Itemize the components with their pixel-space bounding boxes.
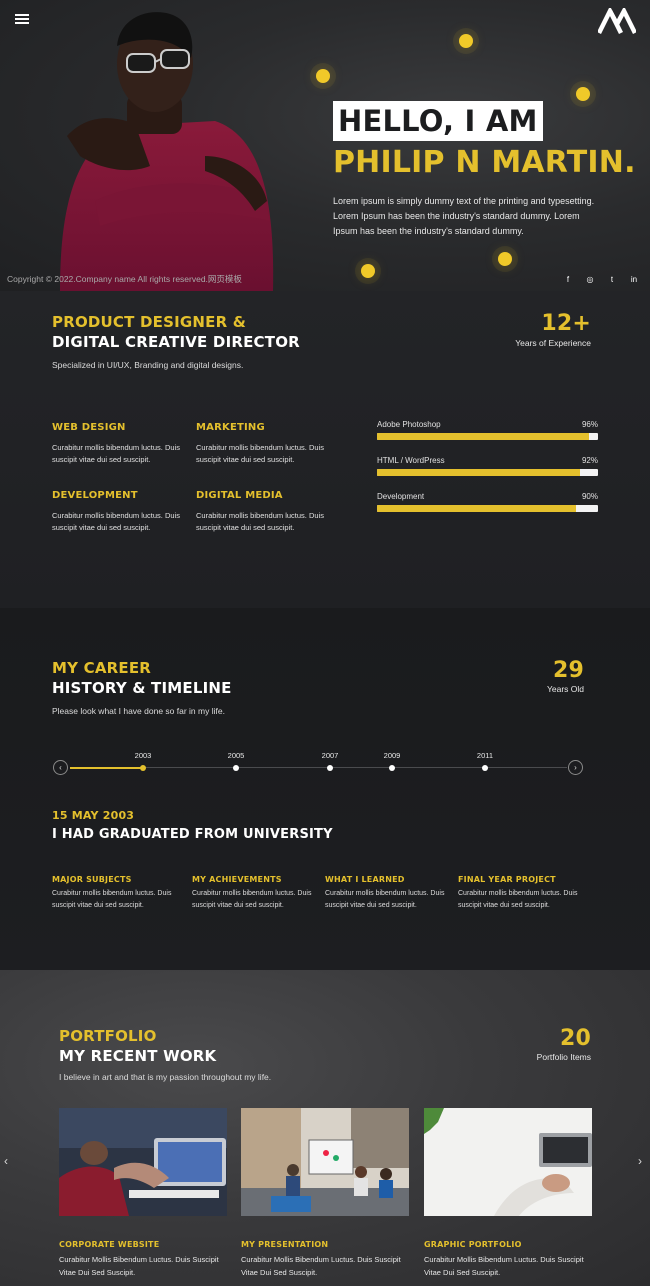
chevron-right-icon[interactable]: ›: [638, 1154, 642, 1168]
timeline-year[interactable]: 2003: [128, 751, 158, 760]
hero-description: Lorem ipsum is simply dummy text of the …: [333, 196, 595, 236]
timeline-year[interactable]: 2011: [470, 751, 500, 760]
skill-bar: [377, 469, 598, 476]
portfolio-image-presentation[interactable]: [241, 1108, 409, 1216]
career-title-line2: HISTORY & TIMELINE: [52, 679, 232, 697]
career-column-text: Curabitur mollis bibendum luctus. Duis s…: [192, 890, 312, 909]
skill-percent: 96%: [581, 420, 598, 429]
portfolio-item-text: Curabitur Mollis Bibendum Luctus. Duis S…: [59, 1255, 219, 1277]
chevron-left-icon[interactable]: ‹: [4, 1154, 8, 1168]
skill-percent: 92%: [581, 456, 598, 465]
chevron-left-icon[interactable]: ‹: [53, 760, 68, 775]
instagram-icon[interactable]: ◎: [585, 275, 595, 285]
portfolio-item-title[interactable]: MY PRESENTATION: [241, 1240, 328, 1249]
career-subtitle: Please look what I have done so far in m…: [52, 706, 225, 716]
portrait-image: [60, 12, 274, 291]
portfolio-section: PORTFOLIO MY RECENT WORK I believe in ar…: [0, 970, 650, 1286]
portfolio-item-text: Curabitur Mollis Bibendum Luctus. Duis S…: [241, 1255, 401, 1277]
skill-bar-fill: [377, 469, 581, 476]
service-title: WEB DESIGN: [52, 422, 126, 433]
career-column-text: Curabitur mollis bibendum luctus. Duis s…: [52, 890, 172, 909]
facebook-icon[interactable]: f: [563, 275, 573, 285]
timeline-progress: [70, 766, 143, 769]
event-date: 15 MAY 2003: [52, 809, 135, 822]
timeline-dot[interactable]: [482, 765, 488, 771]
skill-bar-fill: [377, 505, 576, 512]
timeline-year[interactable]: 2007: [315, 751, 345, 760]
skill-bar: [377, 505, 598, 512]
skill-bar-fill: [377, 433, 590, 440]
timeline-year[interactable]: 2009: [377, 751, 407, 760]
decor-dot: [361, 264, 375, 278]
hero-name: PHILIP N MARTIN.: [333, 145, 636, 180]
career-section: MY CAREER HISTORY & TIMELINE Please look…: [0, 608, 650, 970]
timeline-dot-active[interactable]: [140, 765, 146, 771]
event-title: I HAD GRADUATED FROM UNIVERSITY: [52, 827, 333, 842]
career-column-title: WHAT I LEARNED: [325, 875, 405, 884]
career-column-title: MY ACHIEVEMENTS: [192, 875, 282, 884]
hamburger-menu-icon[interactable]: [15, 14, 29, 24]
portfolio-item-title[interactable]: GRAPHIC PORTFOLIO: [424, 1240, 522, 1249]
portfolio-image-corporate[interactable]: [59, 1108, 227, 1216]
portfolio-item-text: Curabitur Mollis Bibendum Luctus. Duis S…: [424, 1255, 584, 1277]
portfolio-item-title[interactable]: CORPORATE WEBSITE: [59, 1240, 159, 1249]
experience-label: Years of Experience: [515, 338, 591, 348]
service-title: DIGITAL MEDIA: [196, 490, 283, 501]
social-links: f ◎ t in: [563, 275, 639, 285]
decor-dot: [576, 87, 590, 101]
career-column-text: Curabitur mollis bibendum luctus. Duis s…: [458, 890, 578, 909]
skill-label: HTML / WordPress: [377, 456, 445, 465]
skill-label: Development: [377, 492, 425, 501]
logo-mark-icon[interactable]: [598, 8, 636, 34]
skill-bar: [377, 433, 598, 440]
timeline-dot[interactable]: [327, 765, 333, 771]
chevron-right-icon[interactable]: ›: [568, 760, 583, 775]
about-title-line1: PRODUCT DESIGNER &: [52, 313, 247, 331]
copyright-text: Copyright © 2022.Company name All rights…: [7, 274, 242, 284]
linkedin-icon[interactable]: in: [629, 275, 639, 285]
service-text: Curabitur mollis bibendum luctus. Duis s…: [196, 511, 324, 532]
service-title: MARKETING: [196, 422, 265, 433]
service-text: Curabitur mollis bibendum luctus. Duis s…: [52, 443, 180, 464]
timeline-year[interactable]: 2005: [221, 751, 251, 760]
decor-dot: [459, 34, 473, 48]
service-title: DEVELOPMENT: [52, 490, 138, 501]
portfolio-count-label: Portfolio Items: [536, 1052, 591, 1062]
career-column-title: FINAL YEAR PROJECT: [458, 875, 556, 884]
twitter-icon[interactable]: t: [607, 275, 617, 285]
timeline-dot[interactable]: [233, 765, 239, 771]
portfolio-subtitle: I believe in art and that is my passion …: [59, 1072, 272, 1082]
portfolio-count: 20: [559, 1026, 591, 1051]
service-text: Curabitur mollis bibendum luctus. Duis s…: [196, 443, 324, 464]
career-title-line1: MY CAREER: [52, 659, 152, 677]
age-count: 29: [552, 658, 584, 683]
skill-percent: 90%: [581, 492, 598, 501]
portfolio-title-line2: MY RECENT WORK: [59, 1047, 217, 1065]
decor-dot: [316, 69, 330, 83]
decor-dot: [498, 252, 512, 266]
career-column-text: Curabitur mollis bibendum luctus. Duis s…: [325, 890, 445, 909]
about-section: PRODUCT DESIGNER & DIGITAL CREATIVE DIRE…: [0, 291, 650, 608]
portfolio-title-line1: PORTFOLIO: [59, 1027, 157, 1045]
hero-section: HELLO, I AM PHILIP N MARTIN. Lorem ipsum…: [0, 0, 650, 291]
hero-hello: HELLO, I AM: [333, 101, 543, 141]
experience-count: 12+: [541, 311, 591, 336]
timeline-dot[interactable]: [389, 765, 395, 771]
about-title-line2: DIGITAL CREATIVE DIRECTOR: [52, 333, 300, 351]
service-text: Curabitur mollis bibendum luctus. Duis s…: [52, 511, 180, 532]
skill-label: Adobe Photoshop: [377, 420, 441, 429]
age-label: Years Old: [546, 684, 584, 694]
portfolio-image-graphic[interactable]: [424, 1108, 592, 1216]
career-column-title: MAJOR SUBJECTS: [52, 875, 132, 884]
about-subtitle: Specialized in UI/UX, Branding and digit…: [52, 360, 244, 370]
